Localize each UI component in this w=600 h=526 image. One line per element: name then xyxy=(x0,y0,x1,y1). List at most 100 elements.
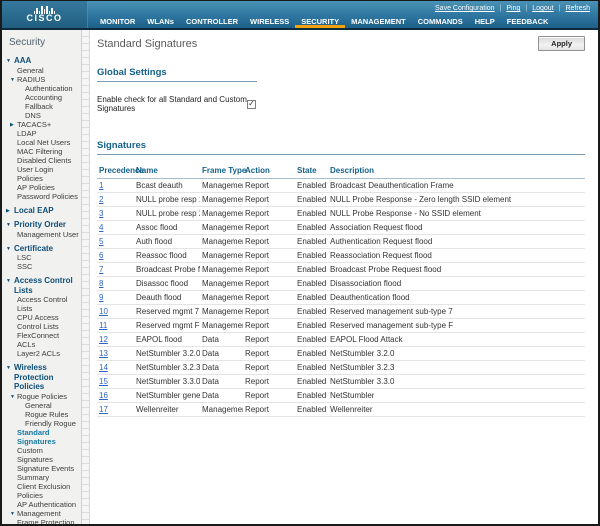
sidebar-item-lsc[interactable]: LSC xyxy=(2,253,80,262)
utility-link-save-configuration[interactable]: Save Configuration xyxy=(435,5,495,12)
sidebar-item-layer2-acls[interactable]: Layer2 ACLs xyxy=(2,349,80,358)
sidebar-item-fallback[interactable]: Fallback xyxy=(2,102,80,111)
sidebar-item-rogue-policies[interactable]: ▼Rogue Policies xyxy=(2,392,80,401)
precedence-link[interactable]: 14 xyxy=(99,363,108,372)
sidebar-scrollbar[interactable] xyxy=(81,30,90,524)
sidebar-item-disabled-clients[interactable]: Disabled Clients xyxy=(2,156,80,165)
sidebar-item-access-control-lists[interactable]: Access Control Lists xyxy=(2,295,80,313)
utility-link-ping[interactable]: Ping xyxy=(506,5,520,12)
sidebar-item-general[interactable]: General xyxy=(2,401,80,410)
precedence-link[interactable]: 17 xyxy=(99,405,108,414)
sidebar-item-label: Management Frame Protection xyxy=(17,509,75,525)
sidebar-item-label: SSC xyxy=(17,262,32,271)
utility-link-refresh[interactable]: Refresh xyxy=(565,5,590,12)
sidebar-item-dns[interactable]: DNS xyxy=(2,111,80,120)
sidebar-item-wireless-protection-policies[interactable]: ▼Wireless Protection Policies xyxy=(2,363,80,392)
cell-frame-type: Management xyxy=(200,179,243,193)
cell-description: NetStumbler 3.3.0 xyxy=(328,375,585,389)
sidebar-item-client-exclusion-policies[interactable]: Client Exclusion Policies xyxy=(2,482,80,500)
precedence-link[interactable]: 7 xyxy=(99,265,103,274)
sidebar-item-flexconnect-acls[interactable]: FlexConnect ACLs xyxy=(2,331,80,349)
cell-frame-type: Data xyxy=(200,389,243,403)
sidebar-item-cpu-access-control-lists[interactable]: CPU Access Control Lists xyxy=(2,313,80,331)
sidebar-item-management-frame-protection[interactable]: ▼Management Frame Protection xyxy=(2,509,80,525)
precedence-link[interactable]: 13 xyxy=(99,349,108,358)
utility-link-logout[interactable]: Logout xyxy=(532,5,553,12)
precedence-link[interactable]: 1 xyxy=(99,181,103,190)
sidebar-item-password-policies[interactable]: Password Policies xyxy=(2,192,80,201)
content-header: Standard Signatures Apply xyxy=(97,36,585,51)
cell-name: EAPOL flood xyxy=(134,333,200,347)
sidebar-item-aaa[interactable]: ▼AAA xyxy=(2,56,80,66)
sidebar-item-label: Management User xyxy=(17,230,79,239)
main-nav: MONITORWLANsCONTROLLERWIRELESSSECURITYMA… xyxy=(2,14,598,28)
sidebar-item-ap-authentication[interactable]: AP Authentication xyxy=(2,500,80,509)
cell-precedence: 10 xyxy=(97,305,134,319)
precedence-link[interactable]: 16 xyxy=(99,391,108,400)
sidebar-item-label: DNS xyxy=(25,111,41,120)
cell-description: NULL Probe Response - Zero length SSID e… xyxy=(328,193,585,207)
precedence-link[interactable]: 4 xyxy=(99,223,103,232)
precedence-link[interactable]: 6 xyxy=(99,251,103,260)
nav-feedback[interactable]: FEEDBACK xyxy=(501,14,555,28)
enable-signature-checkbox[interactable]: ✓ xyxy=(247,100,256,109)
cell-description: Reassociation Request flood xyxy=(328,249,585,263)
sidebar-item-summary[interactable]: Summary xyxy=(2,473,80,482)
cell-action: Report xyxy=(243,235,295,249)
precedence-link[interactable]: 5 xyxy=(99,237,103,246)
precedence-link[interactable]: 9 xyxy=(99,293,103,302)
nav-monitor[interactable]: MONITOR xyxy=(94,14,141,28)
sidebar-item-ssc[interactable]: SSC xyxy=(2,262,80,271)
sidebar-item-radius[interactable]: ▼RADIUS xyxy=(2,75,80,84)
chevron-down-icon: ▼ xyxy=(10,510,15,519)
precedence-link[interactable]: 3 xyxy=(99,209,103,218)
sidebar-item-access-control-lists[interactable]: ▼Access Control Lists xyxy=(2,276,80,295)
nav-controller[interactable]: CONTROLLER xyxy=(180,14,244,28)
sidebar-item-local-net-users[interactable]: Local Net Users xyxy=(2,138,80,147)
sidebar-item-label: LDAP xyxy=(17,129,37,138)
sidebar-item-local-eap[interactable]: ▶Local EAP xyxy=(2,206,80,216)
sidebar-item-friendly-rogue[interactable]: Friendly Rogue xyxy=(2,419,80,428)
cell-description: Deauthentication flood xyxy=(328,291,585,305)
nav-commands[interactable]: COMMANDS xyxy=(412,14,469,28)
cisco-logo: CISCO xyxy=(2,1,88,28)
sidebar-item-priority-order[interactable]: ▼Priority Order xyxy=(2,220,80,230)
sidebar-item-tacacs[interactable]: ▶TACACS+ xyxy=(2,120,80,129)
nav-help[interactable]: HELP xyxy=(469,14,501,28)
cell-name: Reserved mgmt 7 xyxy=(134,305,200,319)
precedence-link[interactable]: 8 xyxy=(99,279,103,288)
cell-precedence: 1 xyxy=(97,179,134,193)
precedence-link[interactable]: 11 xyxy=(99,321,107,330)
nav-wireless[interactable]: WIRELESS xyxy=(244,14,295,28)
sidebar-item-standard-signatures[interactable]: Standard Signatures xyxy=(2,428,80,446)
sidebar-item-ap-policies[interactable]: AP Policies xyxy=(2,183,80,192)
apply-button[interactable]: Apply xyxy=(538,36,585,51)
sidebar-item-ldap[interactable]: LDAP xyxy=(2,129,80,138)
chevron-right-icon: ▶ xyxy=(6,207,10,217)
sidebar-item-mac-filtering[interactable]: MAC Filtering xyxy=(2,147,80,156)
precedence-link[interactable]: 15 xyxy=(99,377,108,386)
sidebar-item-signature-events[interactable]: Signature Events xyxy=(2,464,80,473)
sidebar-item-custom-signatures[interactable]: Custom Signatures xyxy=(2,446,80,464)
column-header-action: Action xyxy=(243,164,295,179)
nav-security[interactable]: SECURITY xyxy=(295,14,345,28)
cell-frame-type: Data xyxy=(200,375,243,389)
precedence-link[interactable]: 10 xyxy=(99,307,108,316)
cell-description: Wellenreiter xyxy=(328,403,585,417)
sidebar-item-authentication[interactable]: Authentication xyxy=(2,84,80,93)
cell-precedence: 17 xyxy=(97,403,134,417)
chevron-down-icon: ▼ xyxy=(6,364,11,374)
precedence-link[interactable]: 12 xyxy=(99,335,108,344)
cell-state: Enabled xyxy=(295,403,328,417)
sidebar-item-user-login-policies[interactable]: User Login Policies xyxy=(2,165,80,183)
cell-name: Disassoc flood xyxy=(134,277,200,291)
sidebar-item-rogue-rules[interactable]: Rogue Rules xyxy=(2,410,80,419)
sidebar-item-general[interactable]: General xyxy=(2,66,80,75)
sidebar-item-certificate[interactable]: ▼Certificate xyxy=(2,244,80,254)
sidebar-item-management-user[interactable]: Management User xyxy=(2,230,80,239)
column-header-precedence: Precedence xyxy=(97,164,134,179)
sidebar-item-accounting[interactable]: Accounting xyxy=(2,93,80,102)
nav-wlans[interactable]: WLANs xyxy=(141,14,180,28)
nav-management[interactable]: MANAGEMENT xyxy=(345,14,412,28)
precedence-link[interactable]: 2 xyxy=(99,195,103,204)
